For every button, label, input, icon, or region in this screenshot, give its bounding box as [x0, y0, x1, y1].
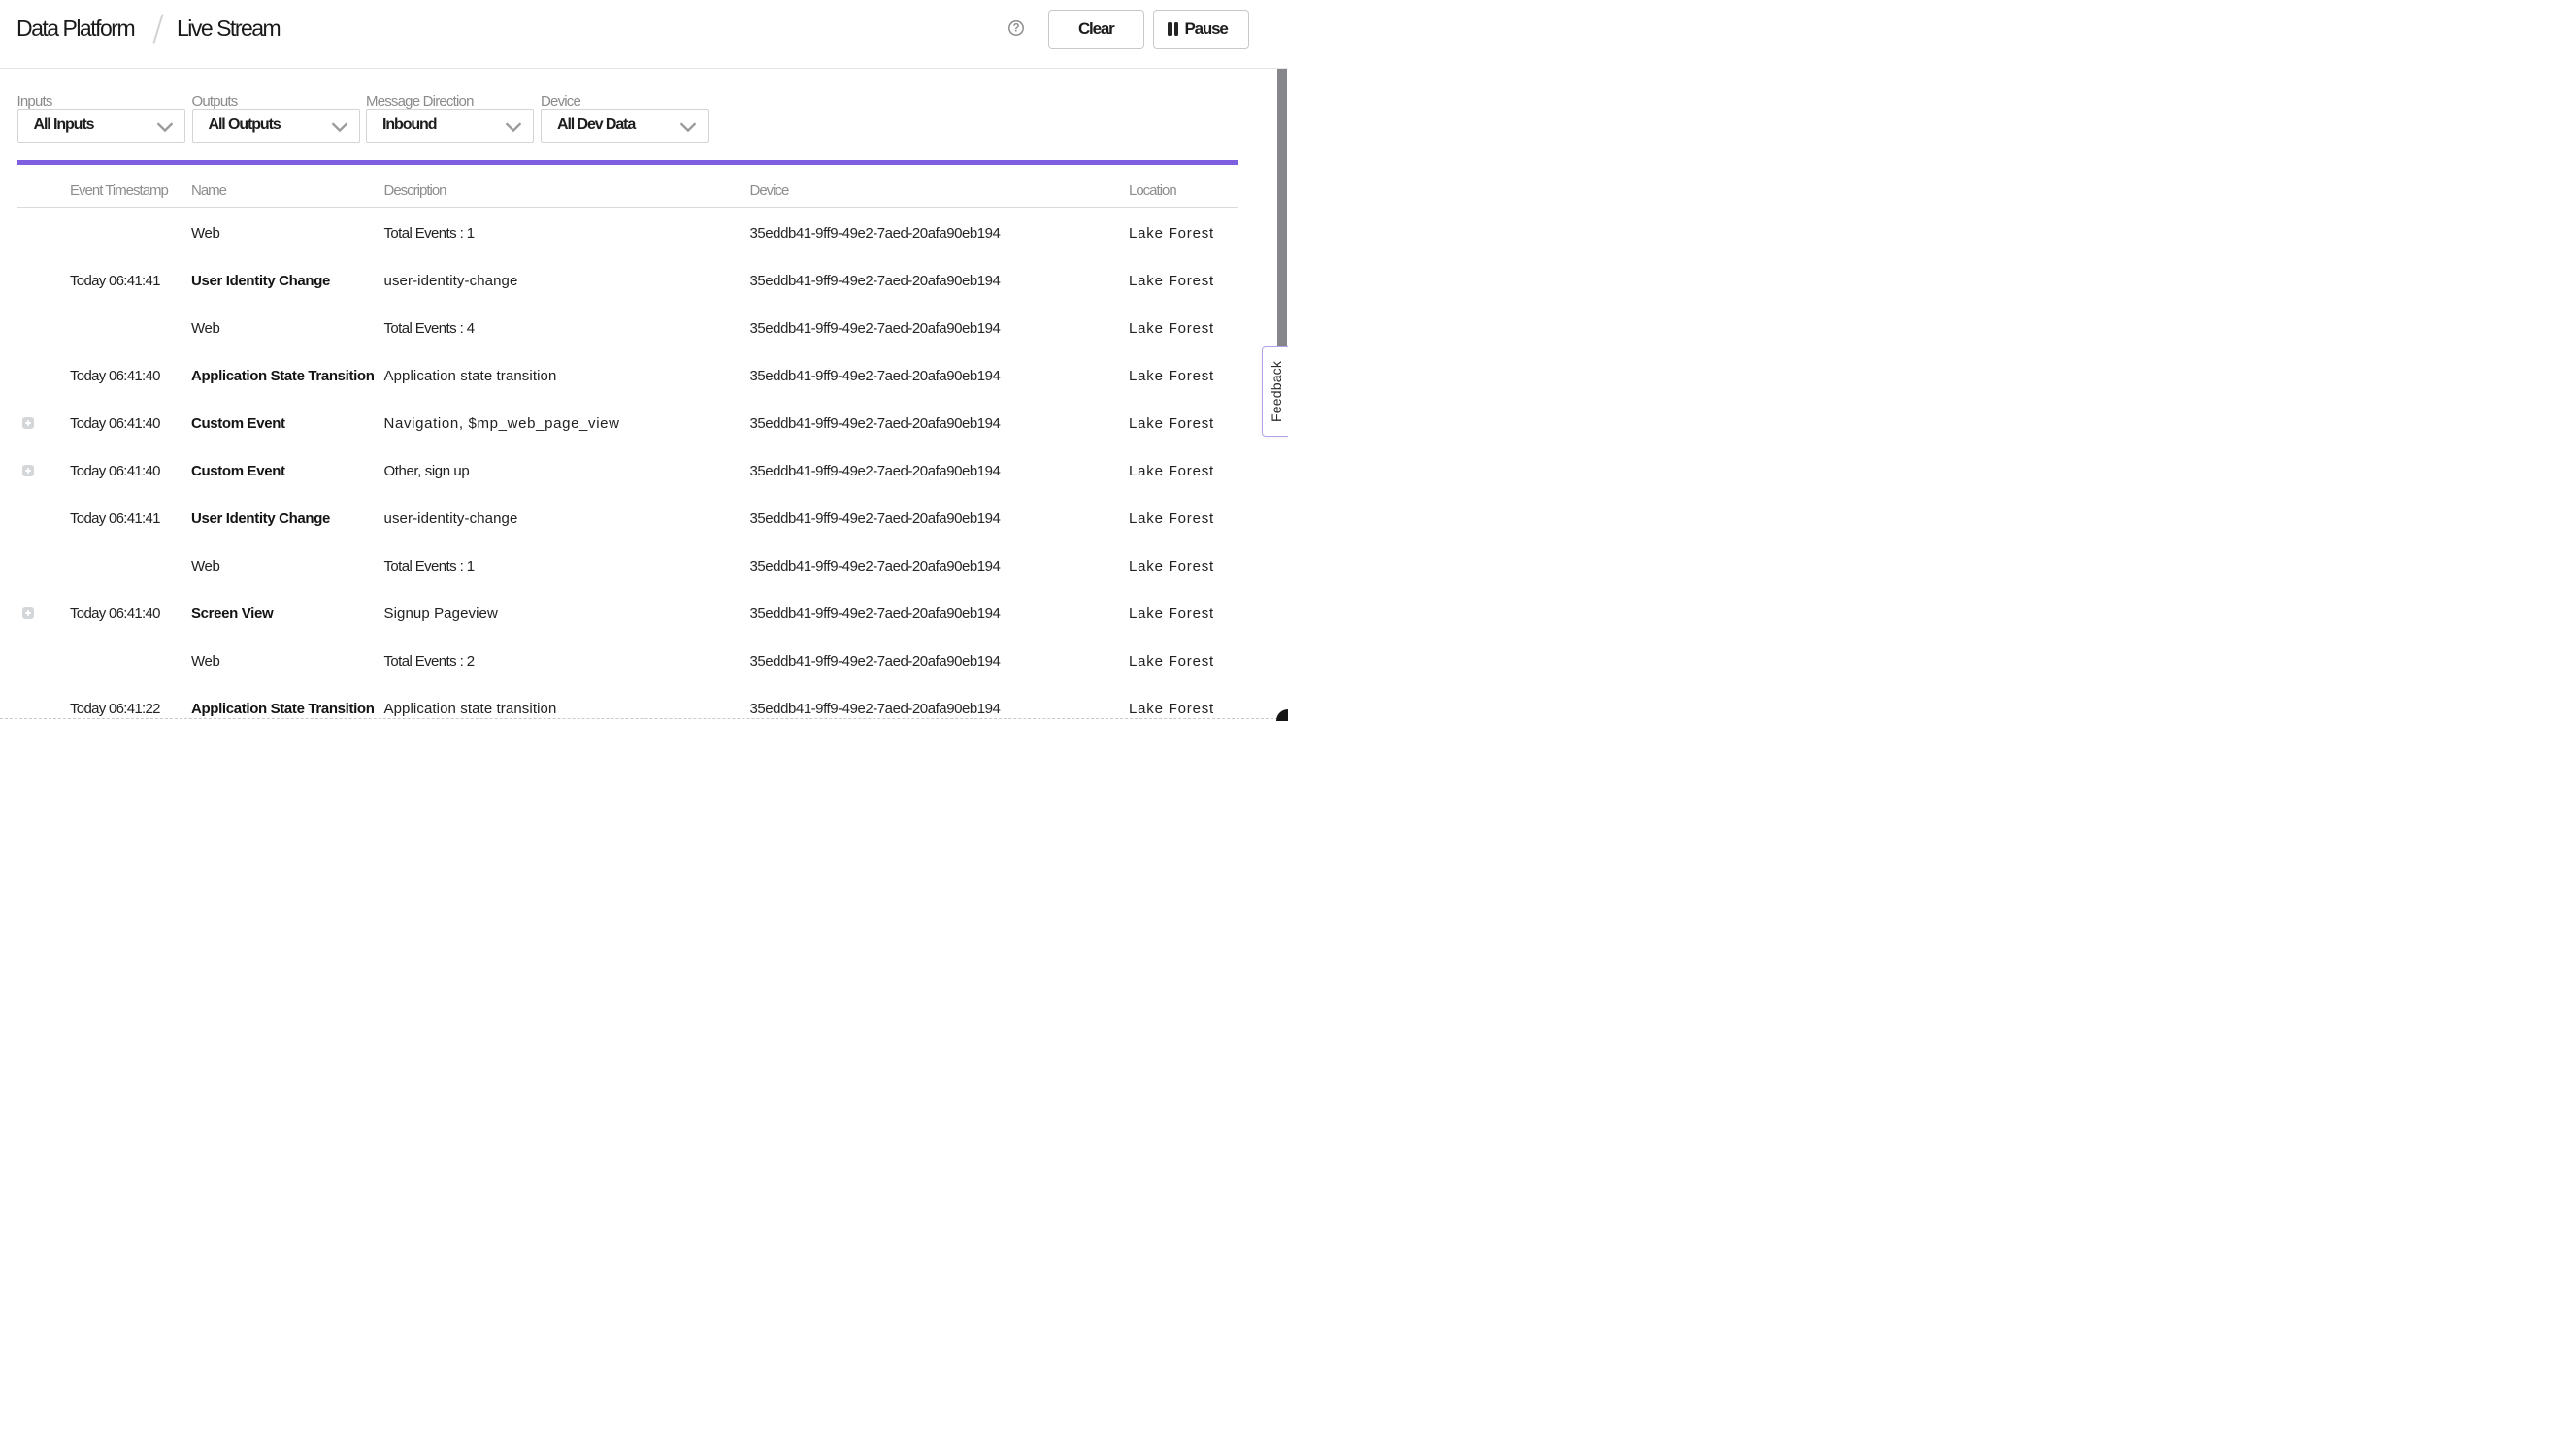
svg-text:?: ?: [1012, 22, 1019, 34]
